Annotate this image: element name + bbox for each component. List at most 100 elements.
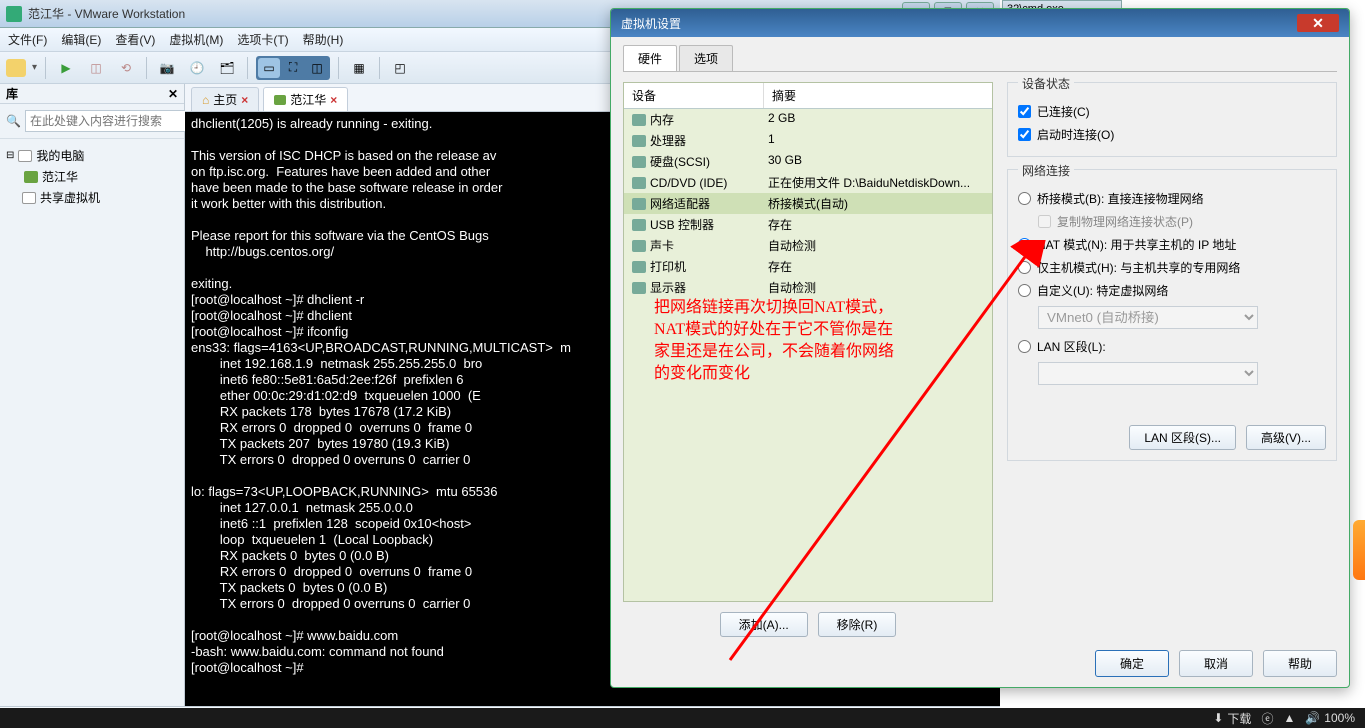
taskbar-browser-icon[interactable]: ⓔ: [1261, 710, 1273, 727]
tab-vm-label: 范江华: [290, 91, 326, 108]
tree-vm-item[interactable]: 范江华: [22, 166, 180, 187]
connected-checkbox[interactable]: [1018, 105, 1031, 118]
stretch-button[interactable]: ◰: [388, 56, 412, 80]
menu-tabs[interactable]: 选项卡(T): [237, 31, 288, 48]
device-summary: 桥接模式(自动): [764, 195, 992, 212]
snapshot-take-button[interactable]: 📷: [155, 56, 179, 80]
connect-at-start-checkbox[interactable]: [1018, 128, 1031, 141]
taskbar-volume[interactable]: 🔊 100%: [1305, 711, 1355, 725]
device-col-header[interactable]: 设备: [624, 83, 764, 108]
ok-button[interactable]: 确定: [1095, 650, 1169, 677]
sidebar-close-icon[interactable]: ✕: [168, 87, 178, 101]
bridged-radio-row[interactable]: 桥接模式(B): 直接连接物理网络: [1018, 187, 1326, 210]
device-row[interactable]: 显示器自动检测: [624, 277, 992, 298]
device-summary: 自动检测: [764, 279, 992, 296]
app-icon: [6, 6, 22, 22]
device-summary: 自动检测: [764, 237, 992, 254]
hostonly-radio-row[interactable]: 仅主机模式(H): 与主机共享的专用网络: [1018, 256, 1326, 279]
tab-home-close-icon[interactable]: ×: [241, 93, 248, 107]
custom-radio-row[interactable]: 自定义(U): 特定虚拟网络: [1018, 279, 1326, 302]
view-console-button[interactable]: ▭: [258, 58, 280, 78]
network-group-title: 网络连接: [1018, 162, 1074, 179]
replicate-checkbox-row[interactable]: 复制物理网络连接状态(P): [1038, 210, 1326, 233]
taskbar-download[interactable]: ⬇ 下载: [1213, 710, 1251, 727]
remove-device-button[interactable]: 移除(R): [818, 612, 897, 637]
help-button[interactable]: 帮助: [1263, 650, 1337, 677]
device-row[interactable]: 打印机存在: [624, 256, 992, 277]
menu-help[interactable]: 帮助(H): [303, 31, 344, 48]
device-summary: 正在使用文件 D:\BaiduNetdiskDown...: [764, 174, 992, 191]
snapshot-button[interactable]: ⟲: [114, 56, 138, 80]
device-row[interactable]: 硬盘(SCSI) 30 GB: [624, 151, 992, 172]
dropdown-icon[interactable]: ▾: [32, 62, 37, 73]
power-menu-button[interactable]: ◫: [84, 56, 108, 80]
device-summary: 30 GB: [764, 153, 992, 170]
add-device-button[interactable]: 添加(A)...: [720, 612, 808, 637]
device-name: 打印机: [650, 258, 686, 275]
device-row[interactable]: 声卡 自动检测: [624, 235, 992, 256]
device-icon: [632, 240, 646, 252]
side-badge[interactable]: [1353, 520, 1365, 580]
power-on-button[interactable]: ▶: [54, 56, 78, 80]
menu-file[interactable]: 文件(F): [8, 31, 47, 48]
device-row[interactable]: USB 控制器存在: [624, 214, 992, 235]
device-row[interactable]: 网络适配器 桥接模式(自动): [624, 193, 992, 214]
lan-segments-button[interactable]: LAN 区段(S)...: [1129, 425, 1236, 450]
bridged-label: 桥接模式(B): 直接连接物理网络: [1037, 190, 1204, 207]
replicate-checkbox[interactable]: [1038, 215, 1051, 228]
tab-home[interactable]: ⌂ 主页 ×: [191, 87, 259, 111]
menu-view[interactable]: 查看(V): [115, 31, 155, 48]
dialog-close-button[interactable]: ✕: [1297, 14, 1339, 32]
thumbnail-view-button[interactable]: ▦: [347, 56, 371, 80]
hostonly-radio[interactable]: [1018, 261, 1031, 274]
windows-taskbar: ⬇ 下载 ⓔ ▲ 🔊 100%: [0, 708, 1365, 728]
library-sidebar: 库 ✕ 🔍 ▾ ⊟ 我的电脑 范江华: [0, 84, 185, 706]
bridged-radio[interactable]: [1018, 192, 1031, 205]
custom-radio[interactable]: [1018, 284, 1031, 297]
tree-my-computer[interactable]: ⊟ 我的电脑: [4, 145, 180, 166]
snapshot-revert-button[interactable]: 🕘: [185, 56, 209, 80]
advanced-button[interactable]: 高级(V)...: [1246, 425, 1326, 450]
device-row[interactable]: CD/DVD (IDE) 正在使用文件 D:\BaiduNetdiskDown..…: [624, 172, 992, 193]
tree-shared-vms[interactable]: 共享虚拟机: [4, 187, 180, 208]
device-row[interactable]: 内存 2 GB: [624, 109, 992, 130]
device-name: 硬盘(SCSI): [650, 153, 710, 170]
device-row[interactable]: 处理器1: [624, 130, 992, 151]
view-fullscreen-button[interactable]: ⛶: [282, 58, 304, 78]
view-mode-group[interactable]: ▭ ⛶ ◫: [256, 56, 330, 80]
device-summary: 2 GB: [764, 111, 992, 128]
tab-vm-close-icon[interactable]: ×: [330, 93, 337, 107]
library-search-input[interactable]: [25, 110, 190, 132]
device-name: 声卡: [650, 237, 674, 254]
library-toggle-button[interactable]: [6, 59, 26, 77]
view-unity-button[interactable]: ◫: [306, 58, 328, 78]
device-name: 网络适配器: [650, 195, 710, 212]
connected-checkbox-row[interactable]: 已连接(C): [1018, 100, 1326, 123]
nat-radio-row[interactable]: NAT 模式(N): 用于共享主机的 IP 地址: [1018, 233, 1326, 256]
network-connection-group: 网络连接 桥接模式(B): 直接连接物理网络 复制物理网络连接状态(P): [1007, 169, 1337, 461]
connect-at-start-label: 启动时连接(O): [1037, 126, 1114, 143]
nat-radio[interactable]: [1018, 238, 1031, 251]
device-name: CD/DVD (IDE): [650, 176, 727, 190]
lan-segment-radio[interactable]: [1018, 340, 1031, 353]
dialog-tab-options[interactable]: 选项: [679, 45, 733, 71]
lan-segment-radio-row[interactable]: LAN 区段(L):: [1018, 335, 1326, 358]
dialog-tab-hardware[interactable]: 硬件: [623, 45, 677, 71]
custom-network-combo[interactable]: VMnet0 (自动桥接): [1038, 306, 1258, 329]
connect-at-start-checkbox-row[interactable]: 启动时连接(O): [1018, 123, 1326, 146]
lan-segment-combo[interactable]: [1038, 362, 1258, 385]
dialog-titlebar[interactable]: 虚拟机设置 ✕: [611, 9, 1349, 37]
device-name: 内存: [650, 111, 674, 128]
tab-vm[interactable]: 范江华 ×: [263, 87, 348, 111]
library-tree: ⊟ 我的电脑 范江华 共享虚拟机: [0, 139, 184, 214]
computer-icon: [18, 150, 32, 162]
cancel-button[interactable]: 取消: [1179, 650, 1253, 677]
taskbar-tray-icon[interactable]: ▲: [1283, 711, 1295, 725]
menu-vm[interactable]: 虚拟机(M): [169, 31, 223, 48]
tree-vm-label: 范江华: [42, 168, 78, 185]
menu-edit[interactable]: 编辑(E): [61, 31, 101, 48]
device-icon: [632, 261, 646, 273]
summary-col-header[interactable]: 摘要: [764, 83, 992, 108]
snapshot-manage-button[interactable]: 🗂: [215, 56, 239, 80]
annotation-text: 把网络链接再次切换回NAT模式， NAT模式的好处在于它不管你是在 家里还是在公…: [654, 297, 974, 385]
